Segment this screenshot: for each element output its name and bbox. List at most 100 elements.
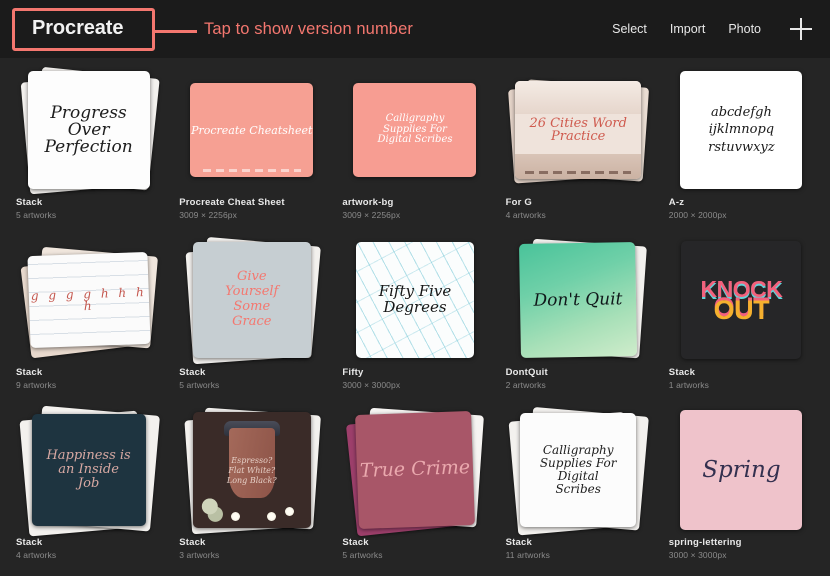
thumbnail[interactable]: Fifty Five Degrees [340,236,489,364]
thumbnail[interactable]: Calligraphy Supplies For Digital Scribes [340,66,489,194]
artwork-footer-strip [202,169,301,172]
gallery-item[interactable]: Don't Quit DontQuit 2 artworks [504,236,653,406]
thumbnail[interactable]: True Crime [340,406,489,537]
thumbnail[interactable]: Happiness is an Inside Job [14,405,163,537]
artwork-sky [515,81,642,115]
item-title: Stack [16,537,43,548]
artwork-lettering: abcdefgh ijklmnopq rstuvwxyz [708,104,775,155]
item-meta: Stack 3 artworks [177,534,326,561]
item-subtitle: 3009 × 2256px [179,210,237,220]
gallery-item[interactable]: Spring spring-lettering 3000 × 3000px [667,406,816,576]
thumbnail[interactable]: g g g g h h h h [14,236,163,364]
item-title: Stack [179,537,206,548]
blossom-icon [266,512,276,521]
artwork-footer-strip [525,171,632,174]
item-meta: Stack 9 artworks [14,364,163,391]
thumbnail[interactable]: Procreate Cheatsheet [177,66,326,194]
coffee-cup-icon [228,428,275,499]
item-subtitle: 4 artworks [505,210,546,220]
app-title[interactable]: Procreate [22,12,135,46]
item-subtitle: 5 artworks [179,380,220,390]
gallery-item[interactable]: Give Yourself Some Grace Stack 5 artwork… [177,236,326,406]
gallery-item[interactable]: Progress Over Perfection Stack 5 artwork… [14,66,163,236]
thumbnail[interactable]: Don't Quit [504,236,653,364]
item-meta: spring-lettering 3000 × 3000px [667,534,816,561]
select-button[interactable]: Select [612,22,647,36]
add-artwork-plus-icon[interactable] [790,18,812,40]
item-subtitle: 11 artworks [505,550,550,560]
artwork-skyline [515,153,642,179]
thumbnail[interactable]: abcdefgh ijklmnopq rstuvwxyz [667,66,816,194]
gallery-item[interactable]: Espresso? Flat White? Long Black? Stack … [177,406,326,576]
artwork-image: abcdefgh ijklmnopq rstuvwxyz [680,71,803,189]
artwork-guide-grid [355,242,474,358]
item-subtitle: 5 artworks [16,210,57,220]
item-title: A-z [668,197,685,208]
gallery-item[interactable]: Calligraphy Supplies For Digital Scribes… [504,406,653,576]
item-title: Procreate Cheat Sheet [179,197,285,208]
thumbnail[interactable]: Spring [667,406,816,534]
artwork-lettering: Procreate Cheatsheet [191,123,313,137]
thumbnail[interactable]: Progress Over Perfection [14,66,163,195]
item-subtitle: 2 artworks [505,380,546,390]
artwork-image: Calligraphy Supplies For Digital Scribes [353,83,477,177]
item-meta: Stack 11 artworks [504,534,653,561]
item-subtitle: 5 artworks [342,550,383,560]
thumbnail[interactable]: Calligraphy Supplies For Digital Scribes [504,406,653,536]
artwork-image: True Crime [355,411,475,529]
artwork-lettering: Calligraphy Supplies For Digital Scribes [539,442,617,497]
item-subtitle: 3000 × 3000px [342,380,401,390]
artwork-lettering: Don't Quit [533,288,623,311]
item-meta: Procreate Cheat Sheet 3009 × 2256px [177,194,326,221]
thumbnail[interactable]: 26 Cities Word Practice [504,66,653,194]
photo-button[interactable]: Photo [728,22,761,36]
gallery-item[interactable]: Fifty Five Degrees Fifty 3000 × 3000px [340,236,489,406]
item-title: Stack [668,367,696,378]
gallery-item[interactable]: 26 Cities Word Practice For G 4 artworks [504,66,653,236]
artwork-ruled-lines [27,251,151,349]
gallery-item[interactable]: Procreate Cheatsheet Procreate Cheat She… [177,66,326,236]
artwork-lettering: KNOCK OUT [700,278,782,325]
item-title: spring-lettering [668,537,742,548]
item-subtitle: 3000 × 3000px [668,550,727,560]
item-meta: Stack 1 artworks [667,364,816,391]
thumbnail[interactable]: Espresso? Flat White? Long Black? [177,406,326,535]
artwork-image: Don't Quit [519,241,638,359]
thumbnail[interactable]: Give Yourself Some Grace [177,236,326,365]
item-meta: DontQuit 2 artworks [504,364,653,391]
item-title: Stack [342,537,369,548]
top-bar: Procreate Tap to show version number Sel… [0,0,830,58]
item-subtitle: 2000 × 2000px [668,210,727,220]
artwork-image: Give Yourself Some Grace [192,242,311,358]
item-meta: Stack 5 artworks [177,364,326,391]
callout-annotation: Tap to show version number [204,20,413,38]
thumbnail[interactable]: KNOCK OUT [667,236,816,364]
item-subtitle: 1 artworks [668,380,710,390]
item-subtitle: 3 artworks [179,550,220,560]
blossom-icon [230,512,240,521]
item-meta: For G 4 artworks [504,194,653,221]
item-title: DontQuit [505,367,548,378]
artwork-image: Fifty Five Degrees [355,242,474,358]
gallery-item[interactable]: True Crime Stack 5 artworks [340,406,489,576]
artwork-lettering-line2: OUT [713,295,770,325]
import-button[interactable]: Import [670,22,705,36]
item-title: Stack [505,537,532,548]
artwork-image: KNOCK OUT [681,241,802,359]
gallery-item[interactable]: g g g g h h h h Stack 9 artworks [14,236,163,406]
item-subtitle: 9 artworks [16,380,57,390]
gallery-item[interactable]: abcdefgh ijklmnopq rstuvwxyz A-z 2000 × … [667,66,816,236]
item-meta: Stack 5 artworks [14,194,163,221]
artwork-lettering: Happiness is an Inside Job [46,447,131,492]
artwork-image: 26 Cities Word Practice [515,81,642,179]
artwork-image: Spring [680,410,803,530]
artwork-lettering: Spring [702,456,781,483]
item-title: Stack [179,367,206,378]
gallery-item[interactable]: Happiness is an Inside Job Stack 4 artwo… [14,405,163,576]
artwork-lettering: Progress Over Perfection [44,102,133,157]
blossom-icon [284,507,294,516]
gallery-item[interactable]: Calligraphy Supplies For Digital Scribes… [340,66,489,236]
item-title: artwork-bg [342,197,394,208]
item-title: For G [505,197,532,208]
gallery-item[interactable]: KNOCK OUT Stack 1 artworks [667,236,816,406]
